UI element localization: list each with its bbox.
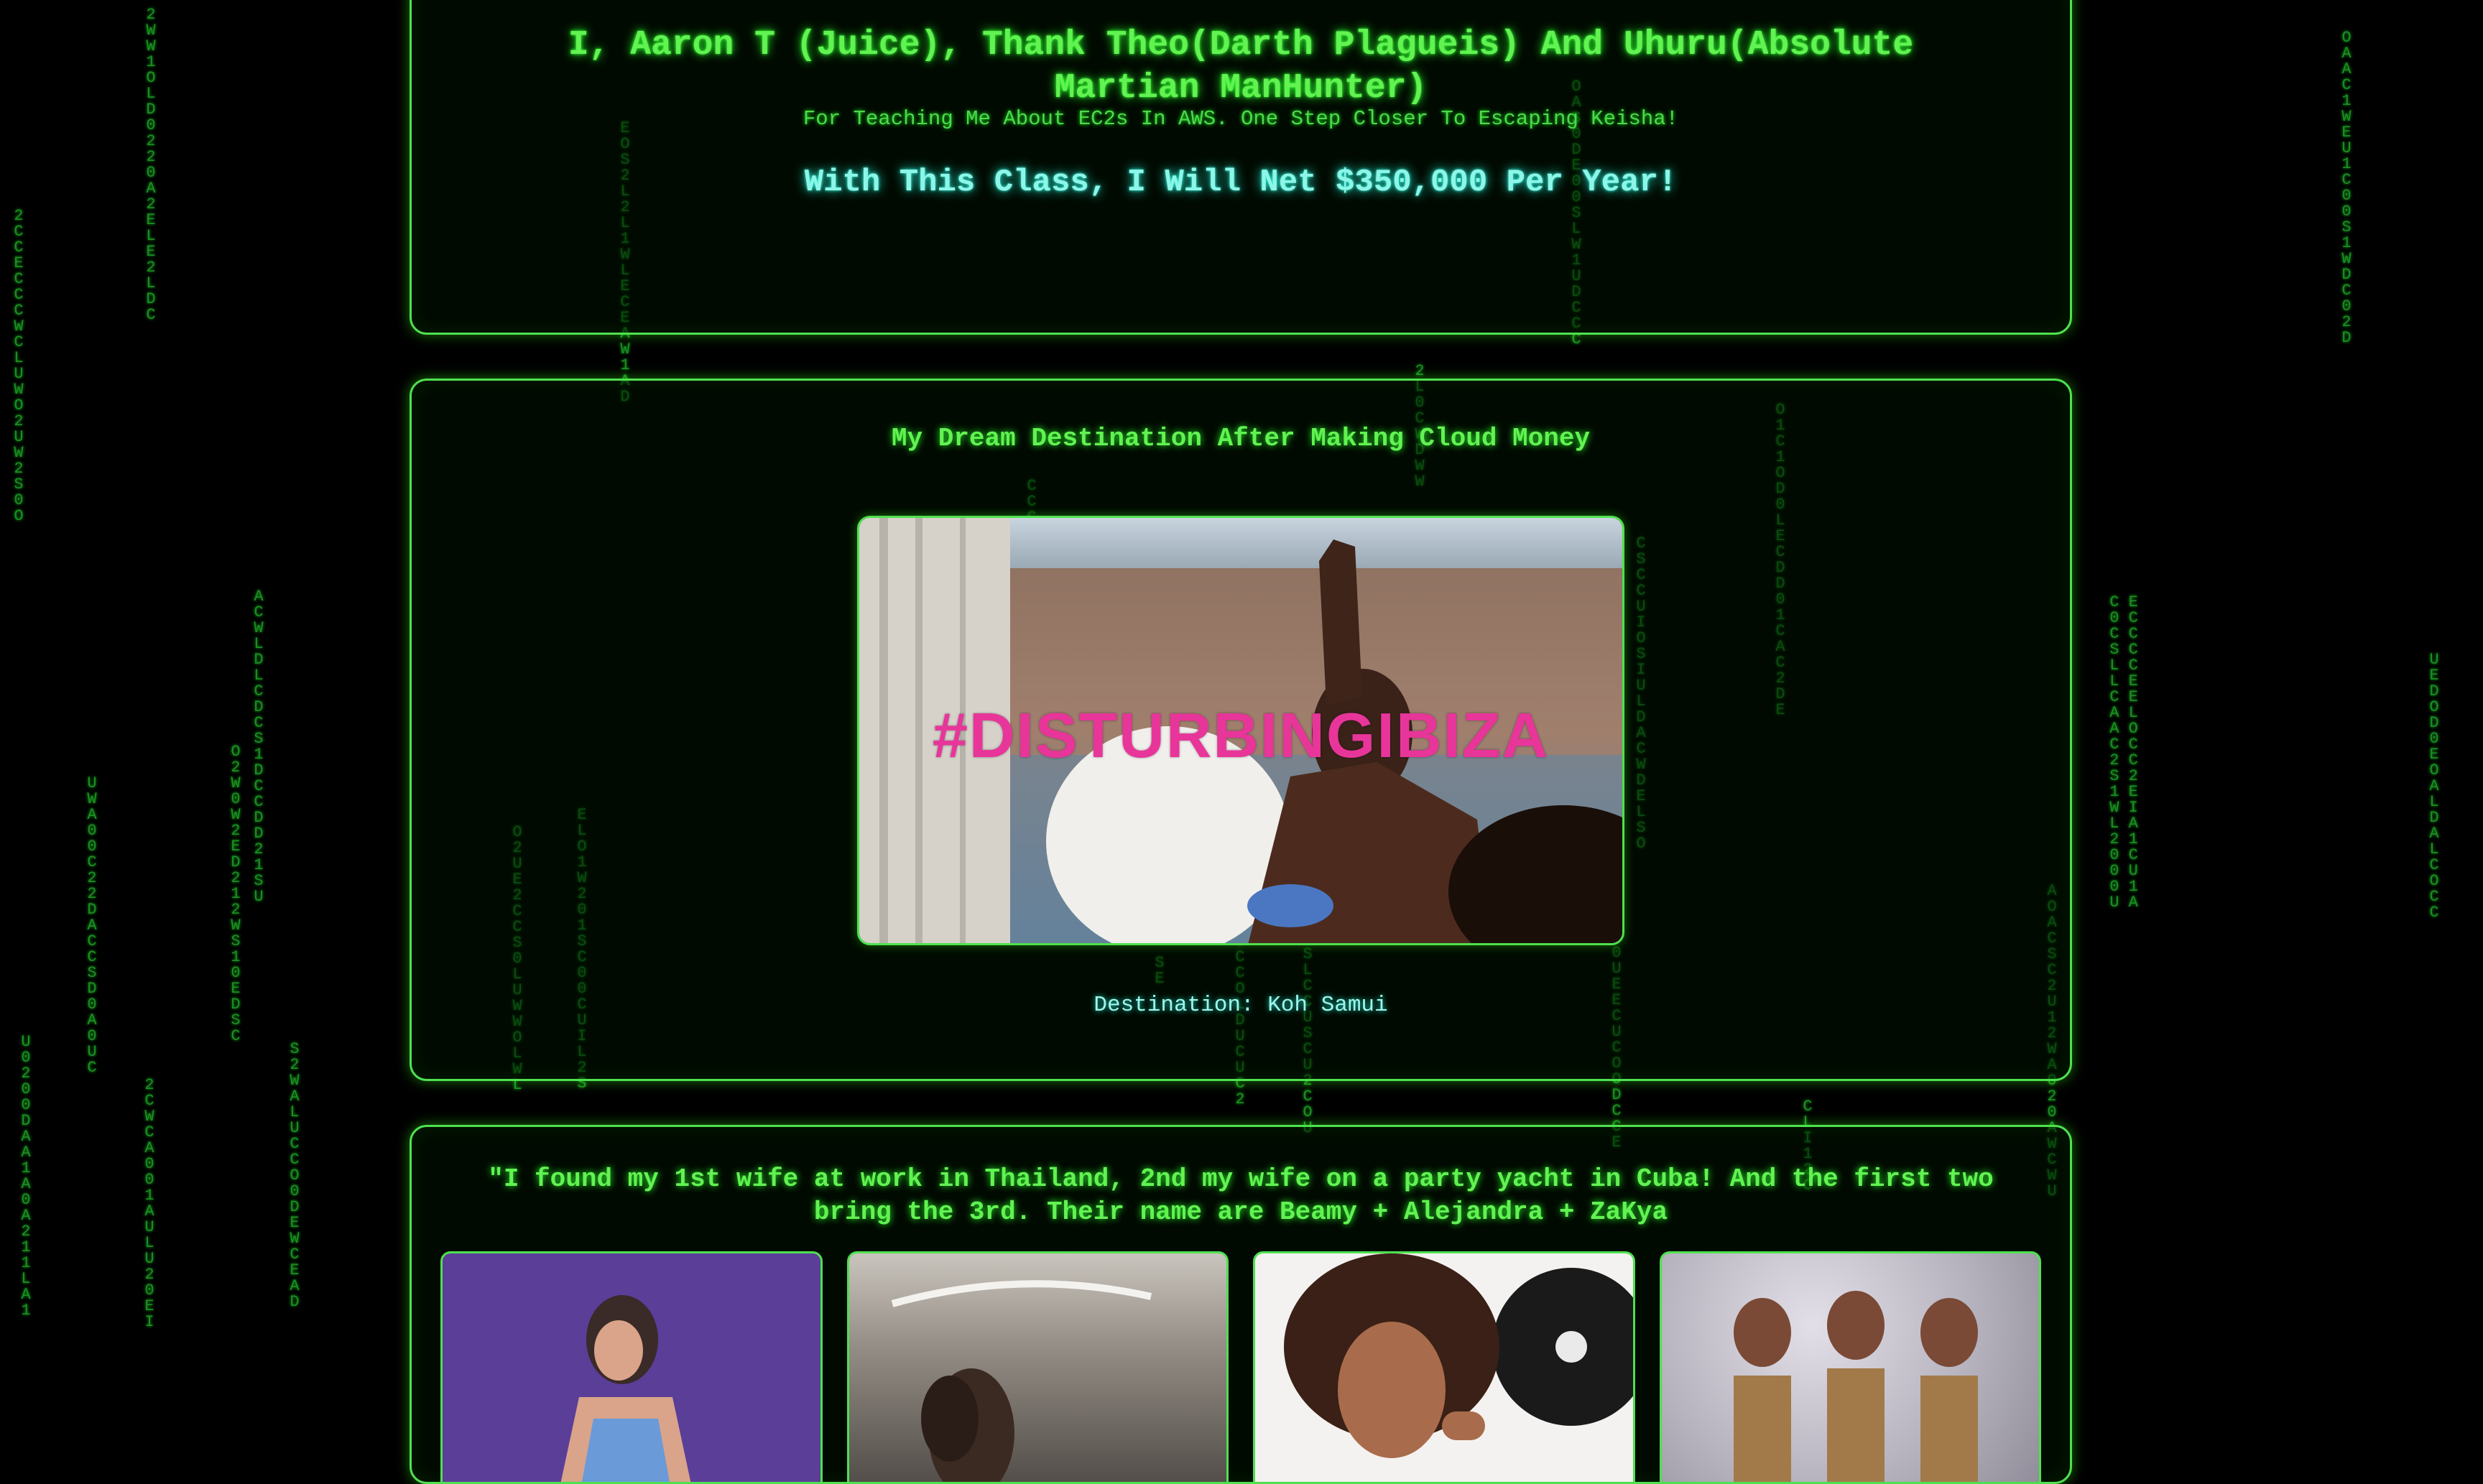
matrix-rain-column: 2 C W C A 0 0 1 A U L U 2 0 E I bbox=[144, 1076, 154, 1331]
matrix-rain-column: 2 W W 1 O L D 0 2 2 0 A 2 E L E 2 L D C bbox=[146, 6, 156, 324]
matrix-rain-column: U E D O D 0 E O A L D A L C O C C bbox=[2429, 651, 2439, 922]
matrix-rain-column: O 2 W 0 W 2 E D 2 1 2 W S 1 0 E D S C bbox=[231, 743, 241, 1045]
wives-gallery bbox=[440, 1251, 2041, 1482]
matrix-rain-column: U 0 2 0 0 D A A 1 A 0 A 2 1 1 L A 1 bbox=[21, 1033, 31, 1320]
gallery-image-3 bbox=[1253, 1251, 1635, 1482]
matrix-rain-column: S 2 W A L U C C O 0 D E W C E A D bbox=[290, 1040, 300, 1311]
wives-panel: "I found my 1st wife at work in Thailand… bbox=[410, 1125, 2072, 1484]
trio-illustration bbox=[1733, 1291, 1978, 1482]
destination-caption: Destination: Koh Samui bbox=[1093, 993, 1388, 1018]
page-title: I, Aaron T (Juice), Thank Theo(Darth Pla… bbox=[568, 26, 1914, 108]
destination-heading: My Dream Destination After Making Cloud … bbox=[891, 424, 1591, 453]
matrix-rain-column: O A A C 1 W E U 1 C 0 0 S 1 W D C 0 2 D bbox=[2341, 29, 2352, 347]
matrix-rain-column: C E 0 C C C S C L C L E C E A L A O C C … bbox=[2109, 593, 2138, 912]
page-subtitle: For Teaching Me About EC2s In AWS. One S… bbox=[803, 107, 1679, 131]
gallery-image-4 bbox=[1659, 1251, 2041, 1482]
matrix-rain-column: U W A 0 0 C 2 2 D A C C S D 0 A 0 U C bbox=[87, 774, 97, 1077]
income-claim: With This Class, I Will Net $350,000 Per… bbox=[804, 164, 1678, 200]
dj-illustration bbox=[1284, 1253, 1633, 1458]
gallery-image-1 bbox=[440, 1251, 823, 1482]
dancer-illustration bbox=[560, 1295, 691, 1482]
matrix-rain-column: 2 C C E C C C W C L U W O 2 U W 2 S 0 O bbox=[14, 207, 24, 525]
destination-panel: My Dream Destination After Making Cloud … bbox=[410, 379, 2072, 1081]
header-panel: I, Aaron T (Juice), Thank Theo(Darth Pla… bbox=[410, 0, 2072, 335]
wives-quote: "I found my 1st wife at work in Thailand… bbox=[488, 1164, 1994, 1227]
matrix-rain-column: A C W L D L C D C S 1 D C C D D 2 1 S U bbox=[254, 588, 264, 906]
image-overlay-hashtag: #DISTURBINGIBIZA bbox=[932, 700, 1550, 771]
destination-image: #DISTURBINGIBIZA bbox=[857, 516, 1624, 945]
gallery-image-2 bbox=[846, 1251, 1229, 1482]
yacht-illustration bbox=[891, 1280, 1152, 1482]
